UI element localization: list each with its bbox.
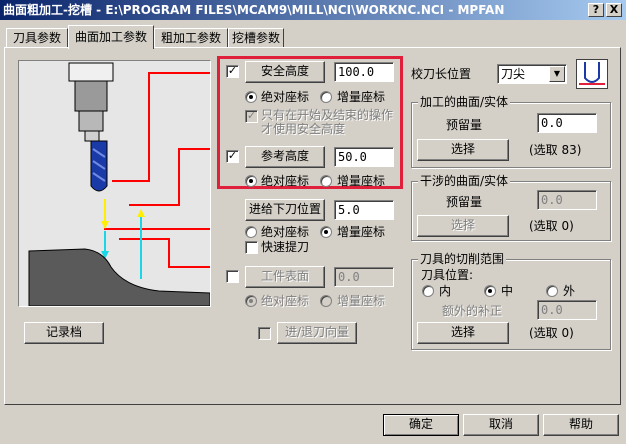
ref-abs-radio[interactable] bbox=[245, 175, 257, 187]
cancel-button[interactable]: 取消 bbox=[463, 414, 539, 436]
safe-height-line bbox=[112, 72, 210, 182]
safe-height-input[interactable]: 100.0 bbox=[334, 62, 394, 82]
entry-exit-button[interactable]: 进/退刀向量 bbox=[277, 322, 357, 344]
tab-tool-params[interactable]: 刀具参数 bbox=[6, 28, 68, 48]
boundary-center-label: 中 bbox=[501, 284, 514, 298]
drive-surfaces-title: 加工的曲面/实体 bbox=[418, 95, 511, 109]
tab-pocket-params[interactable]: 挖槽参数 bbox=[228, 28, 284, 48]
boundary-center-radio[interactable] bbox=[484, 285, 496, 297]
tip-comp-label: 校刀长位置 bbox=[411, 67, 472, 81]
window-title-bar: 曲面粗加工-挖槽 - E:\PROGRAM FILES\MCAM9\MILL\N… bbox=[0, 0, 626, 20]
safe-inc-label: 增量座标 bbox=[337, 90, 386, 104]
tab-rough-params[interactable]: 粗加工参数 bbox=[154, 28, 228, 48]
tip-comp-value: 刀尖 bbox=[501, 67, 526, 81]
feed-plane-input[interactable]: 5.0 bbox=[334, 200, 394, 220]
feed-inc-label: 增量座标 bbox=[337, 225, 386, 239]
ref-inc-radio[interactable] bbox=[320, 175, 332, 187]
record-button[interactable]: 记录档 bbox=[24, 322, 104, 344]
top-stock-line bbox=[119, 238, 210, 268]
tip-comp-select[interactable]: 刀尖 ▼ bbox=[497, 64, 567, 84]
safe-inc-radio[interactable] bbox=[320, 91, 332, 103]
boundary-select-button[interactable]: 选择 bbox=[417, 322, 509, 344]
safe-only-start-end-label-1: 只有在开始及结束的操作 bbox=[261, 108, 394, 122]
boundary-inside-radio[interactable] bbox=[422, 285, 434, 297]
boundary-count: (选取 0) bbox=[529, 326, 574, 340]
help-button[interactable]: 帮助 bbox=[543, 414, 619, 436]
rapid-retract-label: 快速提刀 bbox=[261, 240, 310, 254]
check-stock-input[interactable]: 0.0 bbox=[537, 190, 597, 210]
top-stock-checkbox[interactable] bbox=[226, 270, 239, 283]
safe-only-start-end-checkbox[interactable]: ✓ bbox=[245, 110, 258, 123]
extra-offset-input[interactable]: 0.0 bbox=[537, 300, 597, 320]
boundary-outside-label: 外 bbox=[563, 284, 576, 298]
ref-height-input[interactable]: 50.0 bbox=[334, 147, 394, 167]
tab-surface-params[interactable]: 曲面加工参数 bbox=[68, 25, 154, 49]
height-diagram-svg bbox=[28, 62, 211, 307]
height-diagram bbox=[18, 60, 211, 307]
check-select-button[interactable]: 选择 bbox=[417, 215, 509, 237]
ref-inc-label: 增量座标 bbox=[337, 174, 386, 188]
tool-position-label: 刀具位置: bbox=[421, 268, 474, 282]
drive-stock-input[interactable]: 0.0 bbox=[537, 113, 597, 133]
drive-count: (选取 83) bbox=[529, 143, 582, 157]
check-surfaces-title: 干涉的曲面/实体 bbox=[418, 174, 511, 188]
entry-exit-checkbox[interactable] bbox=[258, 327, 271, 340]
window-title: 曲面粗加工-挖槽 - E:\PROGRAM FILES\MCAM9\MILL\N… bbox=[3, 3, 505, 17]
boundary-outside-radio[interactable] bbox=[546, 285, 558, 297]
boundary-title: 刀具的切削范围 bbox=[418, 252, 507, 266]
top-inc-radio[interactable] bbox=[320, 295, 332, 307]
check-stock-label: 预留量 bbox=[446, 195, 483, 209]
extra-offset-label: 额外的补正 bbox=[442, 304, 503, 318]
tool-tip-icon bbox=[576, 59, 608, 89]
spindle-top bbox=[68, 62, 114, 82]
safe-height-button[interactable]: 安全高度 bbox=[245, 61, 325, 83]
chevron-down-icon: ▼ bbox=[549, 66, 565, 82]
workpiece bbox=[28, 248, 211, 307]
rapid-retract-checkbox[interactable] bbox=[245, 241, 258, 254]
feed-abs-label: 绝对座标 bbox=[261, 225, 310, 239]
collet-nose bbox=[84, 130, 100, 142]
collet bbox=[78, 110, 104, 132]
feed-inc-radio[interactable] bbox=[320, 226, 332, 238]
safe-only-start-end-label-2: 才使用安全高度 bbox=[261, 122, 346, 136]
top-abs-radio[interactable] bbox=[245, 295, 257, 307]
top-inc-label: 增量座标 bbox=[337, 294, 386, 308]
help-title-button[interactable]: ? bbox=[588, 3, 604, 17]
ref-height-checkbox[interactable]: ✓ bbox=[226, 150, 239, 163]
safe-abs-radio[interactable] bbox=[245, 91, 257, 103]
top-stock-input[interactable]: 0.0 bbox=[334, 267, 394, 287]
feed-abs-radio[interactable] bbox=[245, 226, 257, 238]
ok-button[interactable]: 确定 bbox=[383, 414, 459, 436]
check-count: (选取 0) bbox=[529, 219, 574, 233]
safe-height-checkbox[interactable]: ✓ bbox=[226, 65, 239, 78]
close-title-button[interactable]: X bbox=[606, 3, 622, 17]
drive-select-button[interactable]: 选择 bbox=[417, 139, 509, 161]
safe-abs-label: 绝对座标 bbox=[261, 90, 310, 104]
boundary-inside-label: 内 bbox=[439, 284, 452, 298]
drive-stock-label: 预留量 bbox=[446, 118, 483, 132]
top-abs-label: 绝对座标 bbox=[261, 294, 310, 308]
tool-holder bbox=[74, 80, 108, 112]
feed-plane-button[interactable]: 进给下刀位置 bbox=[245, 199, 325, 221]
ref-abs-label: 绝对座标 bbox=[261, 174, 310, 188]
ref-height-button[interactable]: 参考高度 bbox=[245, 146, 325, 168]
top-stock-button[interactable]: 工件表面 bbox=[245, 266, 325, 288]
ref-height-line bbox=[129, 148, 210, 206]
